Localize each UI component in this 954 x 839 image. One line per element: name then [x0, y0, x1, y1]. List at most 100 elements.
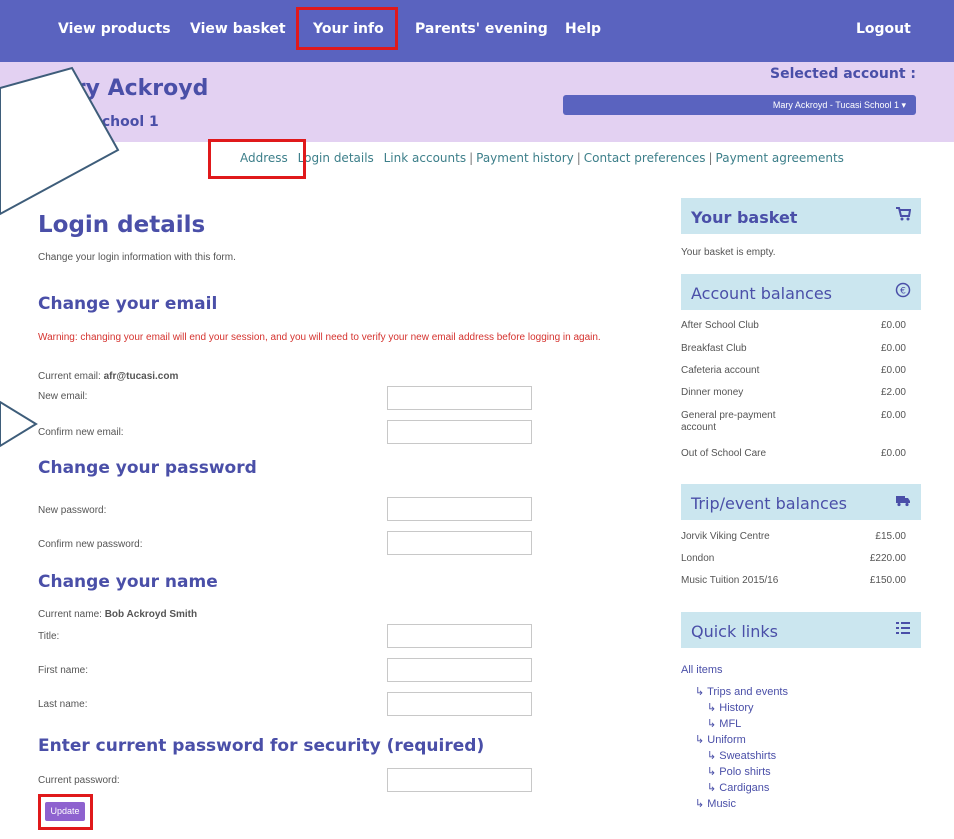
balance-value: £0.00	[880, 343, 906, 354]
quick-link-all-items[interactable]: All items	[681, 664, 723, 676]
quick-link-label: MFL	[719, 718, 742, 730]
first-name-field[interactable]	[387, 658, 532, 682]
trip-balances-title: Trip/event balances	[691, 494, 847, 513]
top-nav: View products View basket Your info Pare…	[0, 0, 954, 62]
quick-links-panel[interactable]: Quick links	[681, 612, 921, 648]
subnav-link-accounts[interactable]: Link accounts	[378, 151, 466, 165]
nav-parents-evening[interactable]: Parents' evening	[415, 21, 548, 37]
subnav-separator: |	[469, 151, 474, 165]
truck-icon	[895, 492, 911, 513]
arrow-icon: ↳	[707, 702, 720, 714]
arrow-icon: ↳	[707, 750, 720, 762]
balance-name: Cafeteria account	[681, 365, 760, 376]
quick-links-title: Quick links	[691, 622, 778, 641]
page-intro: Change your login information with this …	[38, 252, 236, 263]
cart-icon	[895, 206, 912, 227]
arrow-icon: ↳	[707, 718, 720, 730]
highlight-login-details	[208, 139, 306, 179]
quick-link[interactable]: ↳ Trips and events	[695, 685, 788, 698]
basket-title: Your basket	[691, 208, 798, 227]
svg-text:€: €	[900, 287, 906, 297]
balance-name: Breakfast Club	[681, 343, 747, 354]
quick-link-label: History	[719, 702, 754, 714]
current-name-label: Current name:	[38, 609, 102, 620]
quick-link-label: Uniform	[707, 734, 746, 746]
quick-link[interactable]: ↳ Cardigans	[707, 781, 769, 794]
basket-panel[interactable]: Your basket	[681, 198, 921, 234]
selected-account-label: Selected account :	[769, 66, 916, 82]
section-title-name: Change your name	[38, 572, 218, 592]
trip-name: Jorvik Viking Centre	[681, 531, 770, 542]
list-icon	[895, 620, 911, 641]
subnav: Address Login details Link accounts | Paym…	[240, 151, 844, 165]
user-name: Mary Ackroyd	[38, 76, 209, 101]
first-name-label: First name:	[38, 665, 89, 676]
current-email-label: Current email:	[38, 371, 101, 382]
confirm-password-label: Confirm new password:	[38, 539, 143, 550]
highlight-your-info	[296, 7, 398, 50]
quick-link[interactable]: ↳ Uniform	[695, 733, 746, 746]
account-select[interactable]: Mary Ackroyd - Tucasi School 1 ▾	[563, 95, 916, 115]
new-email-field[interactable]	[387, 386, 532, 410]
current-password-label: Current password:	[38, 775, 120, 786]
title-label: Title:	[38, 631, 60, 642]
page-title: Login details	[38, 212, 206, 238]
arrow-icon: ↳	[695, 734, 708, 746]
quick-link-label: Sweatshirts	[719, 750, 777, 762]
subnav-contact-preferences[interactable]: Contact preferences	[584, 151, 706, 165]
highlight-update-button	[38, 794, 93, 830]
new-password-field[interactable]	[387, 497, 532, 521]
subnav-payment-agreements[interactable]: Payment agreements	[716, 151, 844, 165]
quick-link-label: Cardigans	[719, 782, 770, 794]
balance-value: £0.00	[880, 410, 906, 421]
balance-value: £0.00	[880, 448, 906, 459]
account-balances-panel[interactable]: Account balances €	[681, 274, 921, 310]
trip-value: £150.00	[869, 575, 906, 586]
subnav-separator: |	[708, 151, 713, 165]
balance-value: £0.00	[880, 320, 906, 331]
last-name-field[interactable]	[387, 692, 532, 716]
new-email-label: New email:	[38, 391, 88, 402]
arrow-icon: ↳	[707, 782, 720, 794]
balance-name: Dinner money	[681, 387, 744, 398]
quick-link[interactable]: ↳ Music	[695, 797, 736, 810]
arrow-icon: ↳	[707, 766, 720, 778]
quick-link[interactable]: ↳ MFL	[707, 717, 741, 730]
current-email-value: afr@tucasi.com	[103, 371, 179, 382]
arrow-icon: ↳	[695, 798, 708, 810]
trip-name: London	[681, 553, 715, 564]
title-field[interactable]	[387, 624, 532, 648]
subnav-separator: |	[576, 151, 581, 165]
trip-balances-panel[interactable]: Trip/event balances	[681, 484, 921, 520]
nav-view-basket[interactable]: View basket	[190, 21, 286, 37]
balance-name: General pre-payment account	[681, 410, 776, 433]
balance-name: After School Club	[681, 320, 759, 331]
current-name-value: Bob Ackroyd Smith	[104, 609, 198, 620]
confirm-email-label: Confirm new email:	[38, 427, 124, 438]
confirm-email-field[interactable]	[387, 420, 532, 444]
arrow-icon: ↳	[695, 686, 708, 698]
nav-view-products[interactable]: View products	[58, 21, 171, 37]
school-name: Tucasi School 1	[38, 114, 159, 130]
section-title-email: Change your email	[38, 294, 218, 314]
current-password-field[interactable]	[387, 768, 532, 792]
confirm-password-field[interactable]	[387, 531, 532, 555]
section-title-security: Enter current password for security (req…	[38, 736, 485, 756]
nav-help[interactable]: Help	[565, 21, 601, 37]
logout-link[interactable]: Logout	[856, 21, 911, 37]
subnav-payment-history[interactable]: Payment history	[476, 151, 574, 165]
new-password-label: New password:	[38, 505, 107, 516]
balance-value: £2.00	[880, 387, 906, 398]
quick-link-label: Trips and events	[707, 686, 788, 698]
callout-arrow-middle	[0, 400, 38, 448]
quick-link[interactable]: ↳ History	[707, 701, 754, 714]
trip-name: Music Tuition 2015/16	[681, 575, 779, 586]
balance-value: £0.00	[880, 365, 906, 376]
quick-link[interactable]: ↳ Sweatshirts	[707, 749, 776, 762]
last-name-label: Last name:	[38, 699, 88, 710]
current-email: Current email: afr@tucasi.com	[38, 371, 178, 382]
current-name: Current name: Bob Ackroyd Smith	[38, 609, 197, 620]
basket-empty-text: Your basket is empty.	[681, 247, 776, 258]
quick-link[interactable]: ↳ Polo shirts	[707, 765, 771, 778]
currency-icon: €	[895, 282, 911, 303]
